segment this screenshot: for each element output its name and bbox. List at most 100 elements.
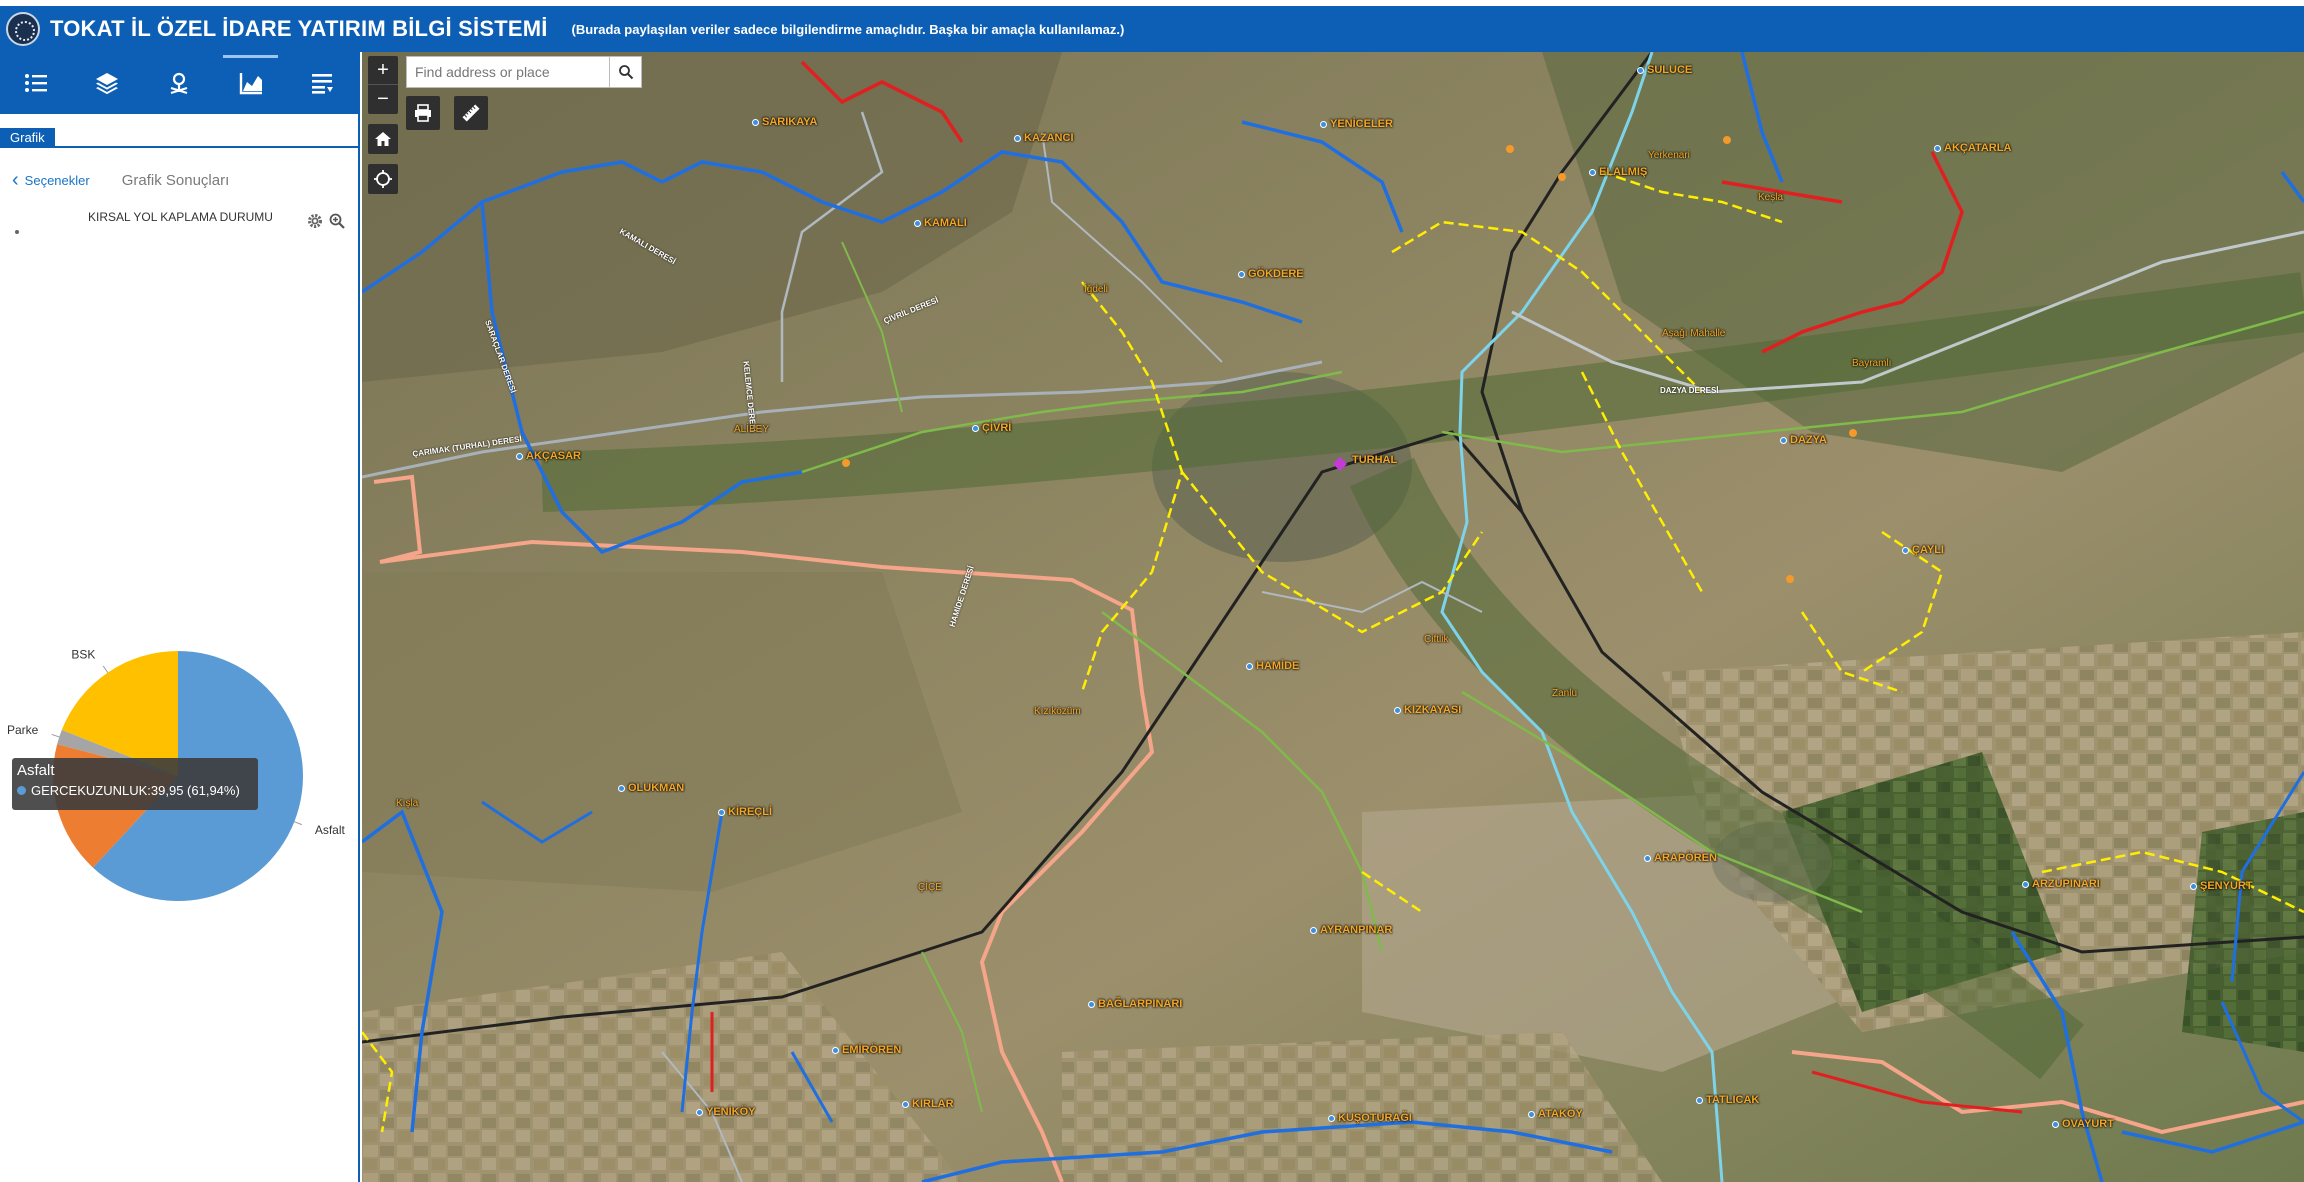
place-label[interactable]: BAĞLARPINARI (1088, 998, 1182, 1010)
search-icon (618, 65, 633, 80)
place-label[interactable]: Kışla (396, 798, 418, 809)
back-options-link[interactable]: ‹ Seçenekler (12, 169, 90, 191)
location-tool-button[interactable] (143, 52, 215, 114)
place-label-turhal[interactable]: TURHAL (1352, 454, 1397, 466)
village-dot-icon (1394, 706, 1401, 714)
place-label[interactable]: Zanlu (1552, 688, 1577, 699)
place-label[interactable]: KAMALI (914, 217, 967, 229)
place-label[interactable]: SULUCE (1637, 64, 1692, 76)
place-label[interactable]: Bayramlı (1852, 358, 1891, 369)
place-label[interactable]: DAZYA (1780, 434, 1827, 446)
zoom-in-button[interactable]: + (368, 56, 398, 85)
home-icon (375, 132, 391, 146)
pie-slice-label: BSK (71, 647, 95, 661)
place-label[interactable]: ARZUPINARI (2022, 878, 2100, 890)
layers-tool-button[interactable] (72, 52, 144, 114)
village-dot-icon (1310, 926, 1317, 934)
zoom-magnify-icon[interactable] (328, 212, 346, 230)
place-label[interactable]: ÇİVRİ (972, 422, 1011, 434)
zoom-control: + − (368, 56, 398, 114)
place-label[interactable]: Çiftlik (1424, 634, 1448, 645)
place-label[interactable]: KİREÇLİ (718, 806, 772, 818)
village-dot-icon (1589, 168, 1596, 176)
home-button[interactable] (368, 124, 398, 154)
place-label[interactable]: ŞENYURT (2190, 880, 2253, 892)
panel-title: Grafik Sonuçları (121, 171, 230, 189)
ruler-icon (462, 104, 480, 122)
tooltip-row: GERCEKUZUNLUK:39,95 (61,94%) (17, 783, 253, 798)
place-label[interactable]: HAMİDE (1246, 660, 1299, 672)
village-dot-icon (1320, 120, 1327, 128)
place-label[interactable]: ALİBEY (734, 424, 769, 435)
locate-icon (374, 170, 392, 188)
locate-button[interactable] (368, 164, 398, 194)
chevron-left-icon: ‹ (12, 169, 19, 191)
side-panel: Grafik ‹ Seçenekler Grafik Sonuçları KIR… (0, 52, 360, 1182)
place-label[interactable]: TATLICAK (1696, 1094, 1759, 1106)
place-label[interactable]: OVAYURT (2052, 1118, 2114, 1130)
place-label[interactable]: EMİRÖREN (832, 1044, 901, 1056)
place-label[interactable]: ATAKÖY (1528, 1108, 1583, 1120)
panel-tab-bar: Grafik (0, 128, 358, 148)
place-label[interactable]: SARIKAYA (752, 116, 817, 128)
map-view[interactable]: ÇİVRİL DERESİ DAZYA DERESİ ÇARIMAK (TURH… (362, 52, 2304, 1182)
place-label[interactable]: Keşla (1758, 192, 1783, 203)
tab-grafik[interactable]: Grafik (0, 128, 55, 148)
chart-header: KIRSAL YOL KAPLAMA DURUMU (0, 210, 358, 234)
panel-nav: ‹ Seçenekler Grafik Sonuçları (0, 170, 358, 190)
village-dot-icon (2052, 1120, 2059, 1128)
place-label[interactable]: OLUKMAN (618, 782, 684, 794)
app-title: TOKAT İL ÖZEL İDARE YATIRIM BİLGİ SİSTEM… (50, 16, 548, 41)
place-label[interactable]: YENİCELER (1320, 118, 1393, 130)
seal-logo-icon (6, 12, 40, 46)
layers-icon (96, 73, 119, 95)
place-label[interactable]: ELALMIŞ (1589, 166, 1647, 178)
list-icon (24, 74, 47, 92)
chart-title: KIRSAL YOL KAPLAMA DURUMU (88, 210, 273, 224)
measure-button[interactable] (454, 96, 488, 130)
print-button[interactable] (406, 96, 440, 130)
list-tool-button[interactable] (0, 52, 72, 114)
disclaimer-text: (Burada paylaşılan veriler sadece bilgil… (571, 21, 1125, 37)
tooltip-swatch (17, 786, 26, 795)
pie-label-connector (51, 733, 60, 738)
village-dot-icon (972, 424, 979, 432)
village-dot-icon (516, 452, 523, 460)
village-dot-icon (1528, 1110, 1535, 1118)
place-label[interactable]: KIRLAR (902, 1098, 954, 1110)
village-dot-icon (1088, 1000, 1095, 1008)
tooltip-title: Asfalt (17, 762, 55, 779)
place-label[interactable]: YENİKÖY (696, 1106, 756, 1118)
place-label[interactable]: ÇİÇE (918, 882, 942, 893)
pie-chart[interactable]: Asfalt Parke BSK (0, 552, 360, 952)
place-label[interactable]: AKÇASAR (516, 450, 581, 462)
place-label[interactable]: ÇAYLI (1902, 544, 1944, 556)
place-label[interactable]: AYRANPINAR (1310, 924, 1392, 936)
place-label[interactable]: Yerkenari (1648, 150, 1690, 161)
place-label[interactable]: Aşağı Mahalle (1662, 328, 1725, 339)
village-dot-icon (1780, 436, 1787, 444)
query-tool-button[interactable] (286, 52, 358, 114)
place-label[interactable]: KAZANCI (1014, 132, 1074, 144)
village-dot-icon (1637, 66, 1644, 74)
village-dot-icon (696, 1108, 703, 1116)
search-input[interactable] (406, 56, 610, 88)
place-label[interactable]: Kızıközüm (1034, 706, 1081, 717)
gear-icon[interactable] (306, 212, 324, 230)
pie-label-connector (102, 665, 109, 673)
place-label[interactable]: İğdeli (1084, 284, 1108, 295)
place-label[interactable]: AKÇATARLA (1934, 142, 2011, 154)
search-button[interactable] (610, 56, 642, 88)
place-label[interactable]: KUŞOTURAĞI (1328, 1112, 1412, 1124)
chart-tool-button[interactable] (215, 52, 287, 114)
place-label[interactable]: GÖKDERE (1238, 268, 1304, 280)
village-dot-icon (2190, 882, 2197, 890)
tooltip-text: GERCEKUZUNLUK:39,95 (61,94%) (31, 783, 240, 798)
chart-tooltip: Asfalt GERCEKUZUNLUK:39,95 (61,94%) (12, 758, 258, 810)
place-label[interactable]: ARAPÖREN (1644, 852, 1717, 864)
back-options-label: Seçenekler (24, 172, 90, 188)
satellite-basemap (362, 52, 2304, 1182)
widget-toolbar (0, 52, 358, 114)
zoom-out-button[interactable]: − (368, 85, 398, 114)
place-label[interactable]: KIZKAYASI (1394, 704, 1461, 716)
